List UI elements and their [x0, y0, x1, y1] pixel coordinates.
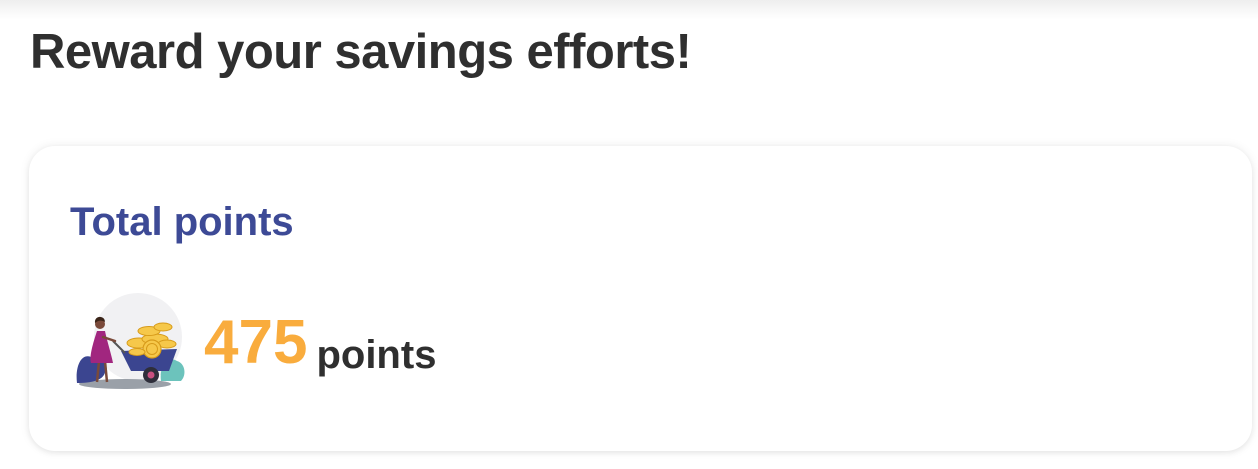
points-row: 475 points [75, 291, 436, 391]
card-title: Total points [70, 200, 294, 244]
points-value: 475 [204, 308, 308, 377]
woman-pushing-wheelbarrow-of-coins-icon [76, 293, 185, 389]
total-points-card: Total points 475 points [29, 146, 1252, 451]
header-shadow [0, 0, 1258, 20]
page-title: Reward your savings efforts! [30, 25, 692, 79]
points-unit-label: points [316, 333, 437, 377]
